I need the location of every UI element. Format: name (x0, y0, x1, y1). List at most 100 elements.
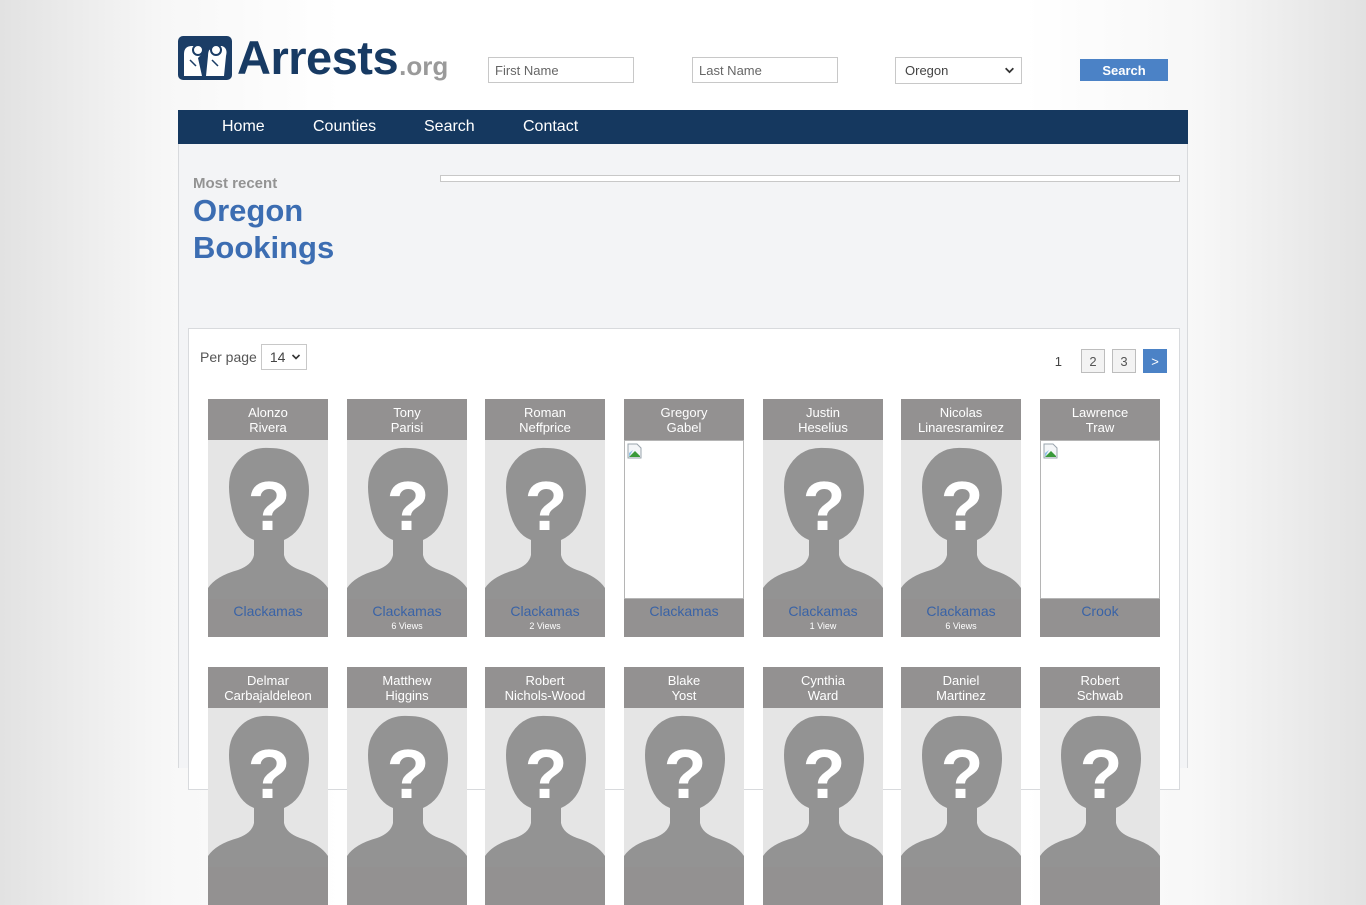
booking-name: Robert Schwab (1040, 667, 1160, 708)
booking-card[interactable]: Matthew Higgins ? (347, 667, 467, 905)
next-page-button[interactable]: > (1143, 349, 1167, 373)
mugshot (1040, 440, 1160, 599)
last-name: Martinez (936, 688, 986, 703)
booking-card[interactable]: Cynthia Ward ? (763, 667, 883, 905)
logo-wordmark: Arrests (237, 31, 399, 84)
per-page-label: Per page (200, 349, 257, 365)
view-count: 6 Views (391, 621, 423, 631)
unknown-person-icon: ? (901, 447, 1021, 599)
svg-text:?: ? (387, 735, 430, 813)
booking-name: Robert Nichols-Wood (485, 667, 605, 708)
mugshot: ? (485, 440, 605, 599)
view-count: 1 View (809, 621, 837, 631)
unknown-person-icon: ? (485, 715, 605, 867)
per-page-select[interactable]: 14 (260, 344, 307, 370)
unknown-person-icon: ? (485, 447, 605, 599)
unknown-person-icon: ? (763, 715, 883, 867)
ad-placeholder (440, 175, 1180, 182)
first-name: Roman (524, 405, 566, 420)
mugshot: ? (763, 708, 883, 867)
booking-card[interactable]: Alonzo Rivera ? Clackamas (208, 399, 328, 637)
mugshot: ? (347, 708, 467, 867)
last-name: Rivera (249, 420, 287, 435)
county-link[interactable]: Crook (1040, 603, 1160, 619)
mugshot: ? (347, 440, 467, 599)
booking-card[interactable]: Lawrence Traw Crook (1040, 399, 1160, 637)
svg-text:?: ? (803, 467, 846, 545)
last-name: Carbajaldeleon (224, 688, 312, 703)
first-name: Cynthia (800, 673, 846, 688)
county-link[interactable]: Clackamas (208, 603, 328, 619)
booking-card[interactable]: Justin Heselius ? Clackamas 1 View (763, 399, 883, 637)
county-link[interactable]: Clackamas (624, 603, 744, 619)
chevron-down-icon (291, 354, 300, 360)
booking-card[interactable]: Delmar Carbajaldeleon ? (208, 667, 328, 905)
booking-card[interactable]: Nicolas Linaresramirez ? Clackamas 6 Vie… (901, 399, 1021, 637)
per-page-value: 14 (269, 349, 286, 365)
last-name: Neffprice (519, 420, 571, 435)
current-page: 1 (1054, 353, 1062, 369)
booking-card[interactable]: Robert Nichols-Wood ? (485, 667, 605, 905)
unknown-person-icon: ? (763, 447, 883, 599)
first-name: Delmar (247, 673, 289, 688)
county-link[interactable]: Clackamas (485, 603, 605, 619)
nav-contact[interactable]: Contact (523, 118, 578, 136)
booking-card[interactable]: Roman Neffprice ? Clackamas 2 Views (485, 399, 605, 637)
first-name-input[interactable] (488, 57, 634, 83)
booking-name: Justin Heselius (763, 399, 883, 440)
first-name: Gregory (660, 405, 708, 420)
search-button[interactable]: Search (1080, 59, 1168, 81)
svg-text:?: ? (525, 735, 568, 813)
site-header: Arrests .org Oregon Search (0, 0, 1366, 110)
chevron-down-icon (1005, 67, 1014, 74)
unknown-person-icon: ? (624, 715, 744, 867)
last-name: Yost (671, 688, 697, 703)
booking-name: Matthew Higgins (347, 667, 467, 708)
page-3-button[interactable]: 3 (1112, 349, 1136, 373)
last-name-input[interactable] (692, 57, 838, 83)
state-select[interactable]: Oregon (895, 57, 1022, 84)
last-name: Nichols-Wood (504, 688, 586, 703)
mugshot (624, 440, 744, 599)
county-link[interactable]: Clackamas (347, 603, 467, 619)
handcuffs-icon (178, 36, 232, 80)
page-title-line1: Oregon (193, 193, 304, 228)
booking-name: Lawrence Traw (1040, 399, 1160, 440)
mugshot: ? (208, 708, 328, 867)
site-logo[interactable]: Arrests .org (178, 31, 448, 84)
page-title-line2: Bookings (193, 230, 335, 265)
first-name: Alonzo (248, 405, 288, 420)
last-name: Linaresramirez (918, 420, 1004, 435)
mugshot: ? (485, 708, 605, 867)
unknown-person-icon: ? (901, 715, 1021, 867)
booking-card[interactable]: Blake Yost ? (624, 667, 744, 905)
nav-counties[interactable]: Counties (313, 118, 376, 136)
first-name: Blake (667, 673, 701, 688)
nav-search[interactable]: Search (424, 118, 475, 136)
mugshot: ? (208, 440, 328, 599)
booking-card[interactable]: Gregory Gabel Clackamas (624, 399, 744, 637)
first-name: Robert (1080, 673, 1120, 688)
first-name: Tony (393, 405, 421, 420)
mugshot: ? (901, 440, 1021, 599)
booking-name: Cynthia Ward (763, 667, 883, 708)
booking-name: Tony Parisi (347, 399, 467, 440)
page-2-button[interactable]: 2 (1081, 349, 1105, 373)
county-link[interactable]: Clackamas (763, 603, 883, 619)
booking-name: Alonzo Rivera (208, 399, 328, 440)
main-nav: Home Counties Search Contact (178, 110, 1188, 144)
unknown-person-icon: ? (208, 447, 328, 599)
unknown-person-icon: ? (208, 715, 328, 867)
view-count: 2 Views (529, 621, 561, 631)
last-name: Heselius (798, 420, 848, 435)
mugshot: ? (763, 440, 883, 599)
svg-text:?: ? (525, 467, 568, 545)
nav-home[interactable]: Home (222, 118, 265, 136)
svg-text:?: ? (664, 735, 707, 813)
booking-card[interactable]: Robert Schwab ? (1040, 667, 1160, 905)
mugshot: ? (901, 708, 1021, 867)
last-name: Parisi (390, 420, 424, 435)
booking-card[interactable]: Tony Parisi ? Clackamas 6 Views (347, 399, 467, 637)
booking-card[interactable]: Daniel Martinez ? (901, 667, 1021, 905)
county-link[interactable]: Clackamas (901, 603, 1021, 619)
